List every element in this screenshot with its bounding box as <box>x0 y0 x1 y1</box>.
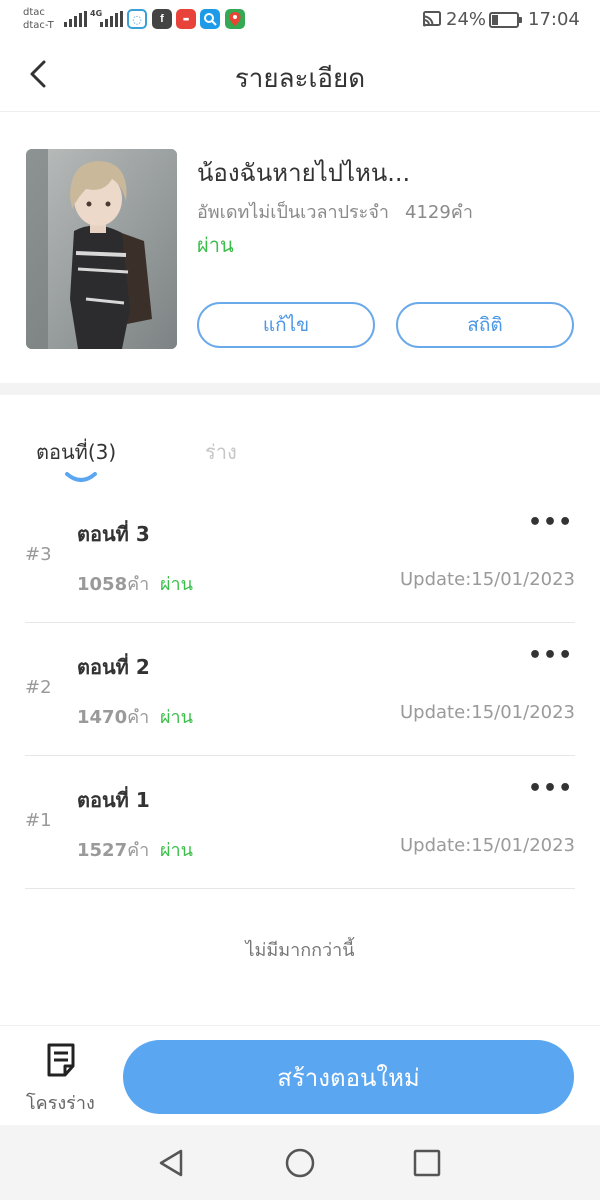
carrier-1: dtac <box>23 7 45 18</box>
episode-title: ตอนที่ 1 <box>77 788 150 812</box>
cellular-4g-icon <box>100 11 123 27</box>
episode-number: #2 <box>25 677 52 698</box>
section-divider <box>0 383 600 395</box>
list-end-message: ไม่มีมากกว่านี้ <box>245 940 355 961</box>
drafts-label: โครงร่าง <box>26 1093 95 1114</box>
list-item[interactable]: #3 ตอนที่ 3 ••• 1058คำ ผ่าน Update:15/01… <box>0 490 600 623</box>
book-status-badge: ผ่าน <box>197 233 234 257</box>
update-schedule: อัพเดทไม่เป็นเวลาประจำ <box>197 202 389 223</box>
active-tab-indicator <box>65 472 97 482</box>
app-header: รายละเอียด <box>0 40 600 112</box>
episode-word-unit: คำ <box>127 574 150 595</box>
episode-update-date: Update:15/01/2023 <box>400 702 575 723</box>
book-word-count: 4129คำ <box>405 202 473 223</box>
shopping-app-icon: ▬ <box>176 9 196 29</box>
triangle-back-icon <box>159 1149 183 1177</box>
episode-number: #1 <box>25 810 52 831</box>
episode-word-unit: คำ <box>127 707 150 728</box>
list-item[interactable]: #2 ตอนที่ 2 ••• 1470คำ ผ่าน Update:15/01… <box>0 623 600 756</box>
episode-word-number: 1527 <box>77 840 128 861</box>
book-meta: อัพเดทไม่เป็นเวลาประจำ 4129คำ <box>197 197 473 226</box>
episode-title: ตอนที่ 3 <box>77 522 150 546</box>
clock: 17:04 <box>528 9 580 30</box>
episode-update-date: Update:15/01/2023 <box>400 835 575 856</box>
signal-icon <box>64 11 87 27</box>
facebook-icon: f <box>152 9 172 29</box>
episode-number: #3 <box>25 544 52 565</box>
carrier-names: dtac dtac-T <box>23 6 54 32</box>
carrier-2: dtac-T <box>23 20 54 31</box>
episode-word-unit: คำ <box>127 840 150 861</box>
status-bar: dtac dtac-T 4G ◌ f ▬ 24% 17:04 <box>0 0 600 40</box>
episode-title: ตอนที่ 2 <box>77 655 150 679</box>
stats-button[interactable]: สถิติ <box>396 302 574 348</box>
episode-update-date: Update:15/01/2023 <box>400 569 575 590</box>
episode-word-count: 1470คำ <box>77 702 149 731</box>
battery-icon <box>489 12 522 28</box>
battery-percent: 24% <box>446 9 487 30</box>
search-app-icon <box>200 9 220 29</box>
tab-drafts[interactable]: ร่าง <box>205 436 237 468</box>
episode-word-count: 1527คำ <box>77 835 149 864</box>
bottom-action-bar: โครงร่าง สร้างตอนใหม่ <box>0 1025 600 1125</box>
create-episode-button[interactable]: สร้างตอนใหม่ <box>123 1040 574 1114</box>
more-options-icon[interactable]: ••• <box>528 645 572 671</box>
episode-word-count: 1058คำ <box>77 569 149 598</box>
tab-episodes[interactable]: ตอนที่(3) <box>36 436 116 468</box>
chat-app-icon: ◌ <box>127 9 147 29</box>
maps-icon <box>225 9 245 29</box>
nav-back-button[interactable] <box>153 1145 189 1181</box>
episode-word-number: 1470 <box>77 707 128 728</box>
episode-list: #3 ตอนที่ 3 ••• 1058คำ ผ่าน Update:15/01… <box>0 490 600 889</box>
episode-status-badge: ผ่าน <box>160 574 193 595</box>
drafts-button[interactable]: โครงร่าง <box>20 1042 104 1114</box>
book-info-card: น้องฉันหายไปไหน... อัพเดทไม่เป็นเวลาประจ… <box>0 113 600 383</box>
book-title: น้องฉันหายไปไหน... <box>197 159 411 187</box>
page-title: รายละเอียด <box>234 64 366 94</box>
more-options-icon[interactable]: ••• <box>528 512 572 538</box>
episode-tabs: ตอนที่(3) ร่าง <box>0 420 600 490</box>
square-recents-icon <box>413 1149 441 1177</box>
episode-status-badge: ผ่าน <box>160 840 193 861</box>
nav-home-button[interactable] <box>282 1145 318 1181</box>
document-icon <box>47 1043 75 1077</box>
list-item[interactable]: #1 ตอนที่ 1 ••• 1527คำ ผ่าน Update:15/01… <box>0 756 600 889</box>
nav-recents-button[interactable] <box>409 1145 445 1181</box>
book-cover-illustration <box>26 149 177 349</box>
episode-word-number: 1058 <box>77 574 128 595</box>
cast-icon <box>423 11 441 27</box>
episode-status-badge: ผ่าน <box>160 707 193 728</box>
more-options-icon[interactable]: ••• <box>528 778 572 804</box>
circle-home-icon <box>285 1148 315 1178</box>
book-cover-image[interactable] <box>26 149 177 349</box>
system-navigation-bar <box>0 1125 600 1200</box>
edit-button[interactable]: แก้ไข <box>197 302 375 348</box>
